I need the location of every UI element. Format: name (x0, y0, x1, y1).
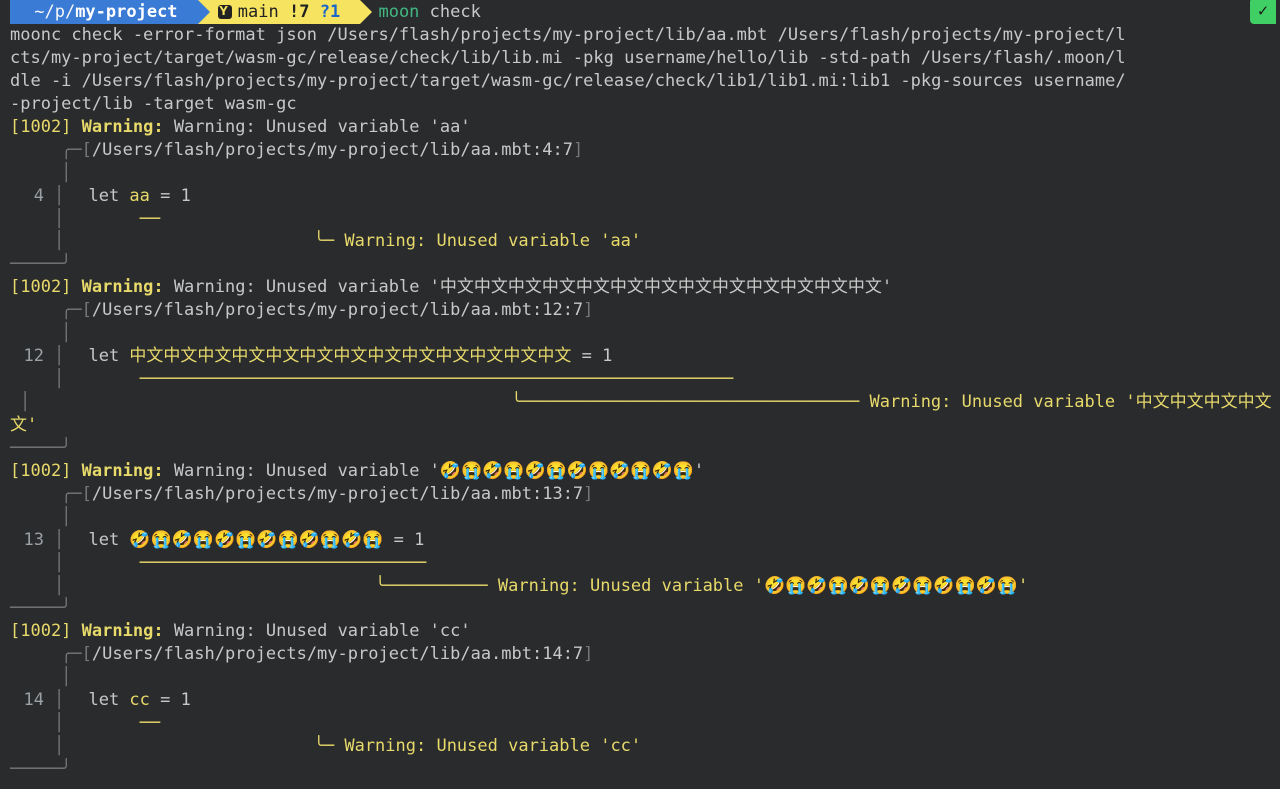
prompt-modified-count: !7 (289, 1, 309, 24)
warning-text: Warning: Unused variable '🤣😭🤣😭🤣😭🤣😭🤣😭🤣😭' (174, 461, 704, 481)
warning-location: ╭─[/Users/flash/projects/my-project/lib/… (10, 643, 1270, 666)
identifier: aa (129, 186, 149, 206)
box-drawing-close: ─────╯ (10, 437, 1270, 460)
identifier: 🤣😭🤣😭🤣😭🤣😭🤣😭🤣😭 (129, 530, 383, 550)
box-drawing: │ (54, 345, 68, 368)
box-drawing: │ (10, 666, 1270, 689)
warning-location: ╭─[/Users/flash/projects/my-project/lib/… (10, 299, 1270, 322)
box-drawing: │ (54, 185, 68, 208)
warning-block: [1002] Warning: Warning: Unused variable… (10, 116, 1270, 277)
raw-output-line: cts/my-project/target/wasm-gc/release/ch… (10, 47, 1270, 70)
box-drawing: │ (54, 689, 68, 712)
prompt-path-segment: ~/p/my-project (10, 0, 198, 24)
warning-location: ╭─[/Users/flash/projects/my-project/lib/… (10, 483, 1270, 506)
warning-block: [1002] Warning: Warning: Unused variable… (10, 620, 1270, 781)
box-drawing-close: ─────╯ (10, 253, 1270, 276)
warning-block: [1002] Warning: Warning: Unused variable… (10, 460, 1270, 621)
raw-output-line: dle -i /Users/flash/projects/my-project/… (10, 70, 1270, 93)
warning-message: │ ╰────────── Warning: Unused variable '… (10, 575, 1270, 598)
warning-label: Warning: (82, 117, 164, 137)
prompt-line: ~/p/my-project main !7 ?1 moon check ✓ (10, 0, 1270, 24)
warning-message-wrap: 文' (10, 414, 1270, 437)
warning-header: [1002] Warning: Warning: Unused variable… (10, 460, 1270, 483)
underline: │ ──────────────────────────── (10, 552, 1270, 575)
command: moon check (378, 1, 480, 24)
identifier: 中文中文中文中文中文中文中文中文中文中文中文中文中文 (129, 346, 571, 366)
warning-message: │ ╰───────────────────────────────── War… (10, 391, 1270, 414)
warning-text: Warning: Unused variable 'aa' (174, 117, 471, 137)
source-line: 12│ let 中文中文中文中文中文中文中文中文中文中文中文中文中文 = 1 (10, 345, 1270, 368)
warning-message: │ ╰─ Warning: Unused variable 'aa' (10, 230, 1270, 253)
line-number: 13 (10, 529, 54, 552)
warning-header: [1002] Warning: Warning: Unused variable… (10, 620, 1270, 643)
raw-output-line: -project/lib -target wasm-gc (10, 93, 1270, 116)
warning-label: Warning: (82, 277, 164, 297)
line-number: 4 (10, 185, 54, 208)
prompt-untracked-count: ?1 (320, 1, 340, 24)
warning-code: [1002] (10, 277, 71, 297)
box-drawing-close: ─────╯ (10, 597, 1270, 620)
status-check-icon: ✓ (1250, 0, 1276, 24)
prompt-path-prefix: ~/p/ (24, 1, 75, 24)
box-drawing: │ (54, 529, 68, 552)
warning-text: Warning: Unused variable 'cc' (174, 621, 471, 641)
source-line: 13│ let 🤣😭🤣😭🤣😭🤣😭🤣😭🤣😭 = 1 (10, 529, 1270, 552)
raw-output-line: moonc check -error-format json /Users/fl… (10, 24, 1270, 47)
prompt-branch-segment: main !7 ?1 (198, 0, 361, 24)
line-number: 12 (10, 345, 54, 368)
warning-label: Warning: (82, 461, 164, 481)
underline: │ ── (10, 712, 1270, 735)
source-line: 14│ let cc = 1 (10, 689, 1270, 712)
prompt-branch: main (238, 1, 279, 24)
identifier: cc (129, 690, 149, 710)
warning-text: Warning: Unused variable '中文中文中文中文中文中文中文… (174, 277, 892, 297)
underline: │ ── (10, 208, 1270, 231)
warning-location: ╭─[/Users/flash/projects/my-project/lib/… (10, 139, 1270, 162)
terminal[interactable]: ~/p/my-project main !7 ?1 moon check ✓ m… (0, 0, 1280, 789)
source-line: 4│ let aa = 1 (10, 185, 1270, 208)
warning-header: [1002] Warning: Warning: Unused variable… (10, 116, 1270, 139)
git-branch-icon (218, 5, 232, 19)
box-drawing-close: ─────╯ (10, 758, 1270, 781)
box-drawing: │ (10, 506, 1270, 529)
warning-label: Warning: (82, 621, 164, 641)
prompt-project: my-project (75, 1, 177, 24)
warning-block: [1002] Warning: Warning: Unused variable… (10, 276, 1270, 460)
subcommand: check (430, 2, 481, 22)
warning-message: │ ╰─ Warning: Unused variable 'cc' (10, 735, 1270, 758)
warning-header: [1002] Warning: Warning: Unused variable… (10, 276, 1270, 299)
box-drawing: │ (10, 162, 1270, 185)
warning-code: [1002] (10, 461, 71, 481)
warning-code: [1002] (10, 621, 71, 641)
line-number: 14 (10, 689, 54, 712)
underline: │ ──────────────────────────────────────… (10, 368, 1270, 391)
box-drawing: │ (10, 322, 1270, 345)
warning-code: [1002] (10, 117, 71, 137)
